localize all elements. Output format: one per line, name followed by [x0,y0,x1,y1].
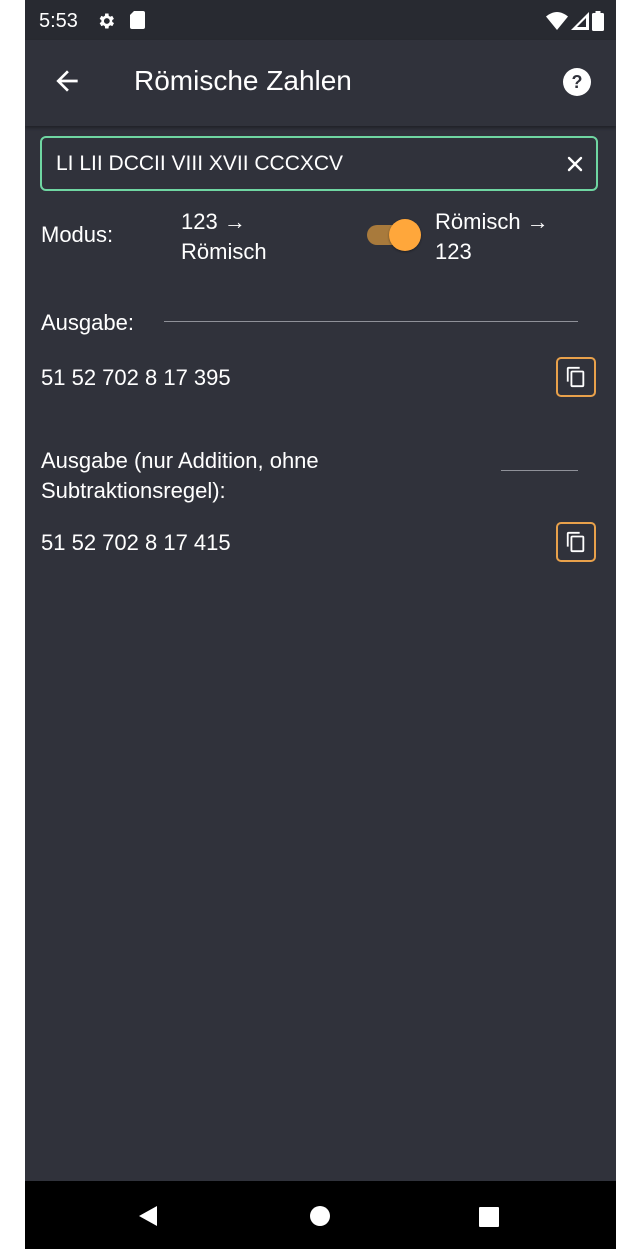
nav-recents-icon[interactable] [478,1206,500,1228]
mode-option-line: 123 → [181,209,246,234]
copy-icon [566,531,585,553]
mode-toggle[interactable] [365,219,421,251]
mode-option-arabic-to-roman: 123 → Römisch [181,207,267,267]
app-screen: 5:53 Römische Zahlen ? LI LII DCCII VIII… [25,0,616,1249]
signal-icon [571,12,589,30]
mode-option-line: 123 [435,239,472,264]
mode-label: Modus: [41,222,114,247]
output-label: Ausgabe: [41,310,134,335]
roman-input-container [40,136,598,191]
mode-option-line: Römisch [181,239,267,264]
nav-home-icon[interactable] [309,1205,331,1227]
copy-output-addition-button[interactable] [556,522,596,562]
output-addition-label-line: Ausgabe (nur Addition, ohne [41,448,319,473]
navigation-bar [25,1181,616,1249]
divider [164,321,578,322]
nav-back-icon[interactable] [137,1205,159,1227]
page-title: Römische Zahlen [134,65,352,96]
sd-card-icon [130,11,145,29]
roman-input[interactable] [56,150,526,178]
mode-option-roman-to-arabic: Römisch → 123 [435,207,549,267]
close-icon[interactable] [565,154,585,174]
help-circle-icon[interactable]: ? [562,67,592,97]
divider [501,470,578,471]
mode-option-line: Römisch → [435,209,549,234]
status-bar: 5:53 [25,0,616,40]
status-right-icons [546,11,604,31]
toggle-thumb [389,219,421,251]
copy-icon [566,366,585,388]
gear-icon [99,13,114,29]
output-addition-label: Ausgabe (nur Addition, ohne Subtraktions… [41,446,371,506]
wifi-icon [546,12,568,30]
battery-icon [592,11,604,31]
copy-output-button[interactable] [556,357,596,397]
output-value: 51 52 702 8 17 395 [41,365,231,390]
app-bar: Römische Zahlen ? [25,40,616,126]
arrow-left-icon[interactable] [51,65,83,97]
output-addition-label-line: Subtraktionsregel): [41,478,226,503]
status-time: 5:53 [39,10,78,32]
output-addition-value: 51 52 702 8 17 415 [41,530,231,555]
svg-text:?: ? [572,72,583,92]
